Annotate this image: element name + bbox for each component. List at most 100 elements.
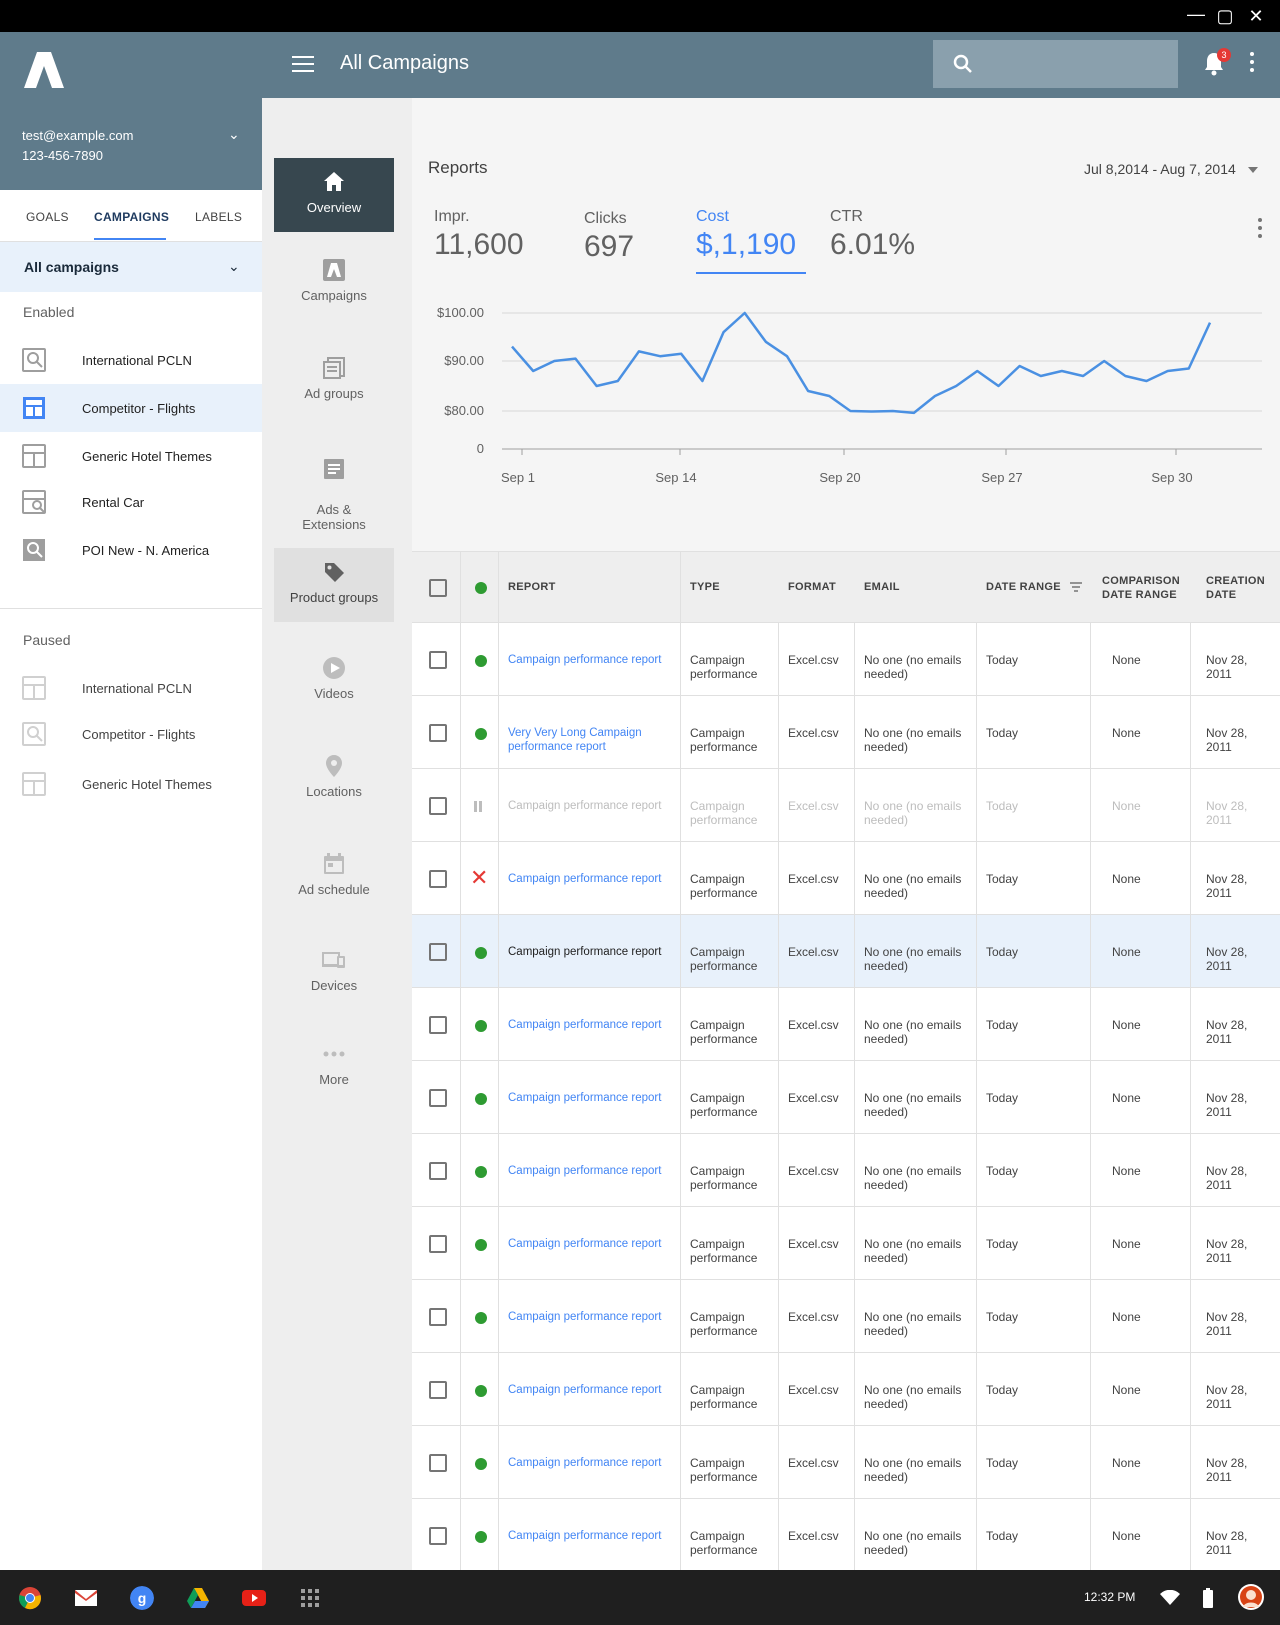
tab-goals[interactable]: GOALS [26,210,69,224]
more-vert-icon[interactable] [1258,218,1264,242]
campaign-filter-dropdown[interactable]: All campaigns ⌄ [0,242,262,292]
tab-campaigns[interactable]: CAMPAIGNS [94,210,169,224]
table-row[interactable]: Campaign performance report Campaign perf… [412,988,1280,1061]
report-link[interactable]: Campaign performance report [508,1018,680,1032]
table-row[interactable]: Campaign performance report Campaign perf… [412,915,1280,988]
column-divider [854,1280,855,1352]
search-input[interactable] [933,40,1178,88]
table-row[interactable]: Campaign performance report Campaign perf… [412,1353,1280,1426]
table-row[interactable]: Campaign performance report Campaign perf… [412,1134,1280,1207]
report-link[interactable]: Campaign performance report [508,1237,680,1251]
campaign-item[interactable]: POI New - N. America [0,526,262,574]
report-link[interactable]: Campaign performance report [508,653,680,667]
column-divider [778,1207,779,1279]
wifi-icon[interactable] [1160,1590,1180,1606]
chrome-icon[interactable] [18,1586,42,1610]
column-divider [680,769,681,841]
report-link[interactable]: Campaign performance report [508,1383,680,1397]
row-checkbox[interactable] [429,1381,447,1399]
row-checkbox[interactable] [429,1235,447,1253]
nav-ads-extensions[interactable]: Ads & Extensions [274,442,394,532]
status-error-icon: ✕ [470,865,489,890]
nav-locations[interactable]: Locations [274,754,394,828]
youtube-icon[interactable] [242,1586,266,1610]
gmail-icon[interactable] [74,1586,98,1610]
column-header-report[interactable]: REPORT [508,580,556,594]
row-checkbox[interactable] [429,1308,447,1326]
row-checkbox[interactable] [429,1016,447,1034]
app-launcher-icon[interactable] [298,1586,322,1610]
table-row[interactable]: Campaign performance report Campaign perf… [412,1061,1280,1134]
stat-impressions[interactable]: Impr. 11,600 [434,208,524,262]
column-header-email[interactable]: EMAIL [864,580,900,594]
campaign-item[interactable]: Competitor - Flights [0,384,262,432]
date-range-selector[interactable]: Jul 8,2014 - Aug 7, 2014 [1084,161,1258,177]
drive-icon[interactable] [186,1586,210,1610]
row-checkbox[interactable] [429,797,447,815]
nav-ad-schedule[interactable]: Ad schedule [274,852,394,926]
campaign-item[interactable]: Rental Car [0,478,262,526]
nav-product-groups[interactable]: Product groups [274,548,394,622]
report-link[interactable]: Campaign performance report [508,1310,680,1324]
row-checkbox[interactable] [429,1454,447,1472]
column-header-creation-date[interactable]: CREATION DATE [1206,574,1276,602]
stat-clicks[interactable]: Clicks 697 [584,210,634,264]
table-row[interactable]: Campaign performance report Campaign perf… [412,623,1280,696]
table-row[interactable]: Campaign performance report Campaign perf… [412,1207,1280,1280]
stat-cost[interactable]: Cost $,1,190 [696,208,796,262]
account-switcher-chevron-icon[interactable]: ⌄ [228,126,240,143]
row-checkbox[interactable] [429,651,447,669]
table-row[interactable]: Campaign performance report Campaign perf… [412,1426,1280,1499]
nav-videos[interactable]: Videos [274,656,394,730]
column-header-type[interactable]: TYPE [690,580,720,594]
row-checkbox[interactable] [429,870,447,888]
tab-labels[interactable]: LABELS [195,210,242,224]
report-link[interactable]: Campaign performance report [508,1091,680,1105]
table-row[interactable]: Campaign performance report Campaign perf… [412,1280,1280,1353]
close-button[interactable]: ✕ [1244,4,1268,28]
select-all-checkbox[interactable] [429,579,447,597]
stat-ctr[interactable]: CTR 6.01% [830,208,915,262]
google-plus-icon[interactable]: g [130,1586,154,1610]
table-row[interactable]: Campaign performance report Campaign perf… [412,1499,1280,1572]
column-header-format[interactable]: FORMAT [788,580,836,594]
minimize-button[interactable]: — [1184,2,1208,26]
report-link[interactable]: Campaign performance report [508,872,680,886]
column-header-comparison[interactable]: COMPARISON DATE RANGE [1102,574,1192,602]
table-row[interactable]: Campaign performance report Campaign perf… [412,769,1280,842]
table-row[interactable]: ✕ Campaign performance report Campaign per… [412,842,1280,915]
battery-icon[interactable] [1203,1588,1213,1608]
column-divider [976,696,977,768]
nav-campaigns[interactable]: Campaigns [274,258,394,332]
maximize-button[interactable]: ▢ [1213,4,1237,28]
campaign-item[interactable]: Generic Hotel Themes [0,432,262,480]
column-divider [1090,769,1091,841]
avatar[interactable] [1238,1584,1264,1610]
campaign-item[interactable]: International PCLN [0,664,262,712]
campaign-item[interactable]: International PCLN [0,336,262,384]
row-checkbox[interactable] [429,1089,447,1107]
table-row[interactable]: Very Very Long Campaign performance repo… [412,696,1280,769]
column-header-date-range[interactable]: DATE RANGE [986,580,1083,594]
report-link[interactable]: Campaign performance report [508,1529,680,1543]
filter-icon[interactable] [1070,582,1083,592]
report-link[interactable]: Very Very Long Campaign performance repo… [508,726,668,754]
report-link[interactable]: Campaign performance report [508,799,680,813]
report-link[interactable]: Campaign performance report [508,1164,680,1178]
campaign-item[interactable]: Generic Hotel Themes [0,760,262,808]
more-vert-icon[interactable] [1250,52,1256,76]
row-checkbox[interactable] [429,1162,447,1180]
report-link[interactable]: Campaign performance report [508,945,680,959]
row-checkbox[interactable] [429,943,447,961]
row-checkbox[interactable] [429,724,447,742]
report-link[interactable]: Campaign performance report [508,1456,680,1470]
cell-date-range: Today [986,1237,1019,1251]
campaign-item[interactable]: Competitor - Flights [0,710,262,758]
nav-devices[interactable]: Devices [274,948,394,1022]
nav-overview[interactable]: Overview [274,158,394,232]
nav-ad-groups[interactable]: Ad groups [274,356,394,430]
system-clock[interactable]: 12:32 PM [1084,1590,1135,1604]
row-checkbox[interactable] [429,1527,447,1545]
nav-more[interactable]: More [274,1042,394,1116]
menu-icon[interactable] [292,56,314,74]
